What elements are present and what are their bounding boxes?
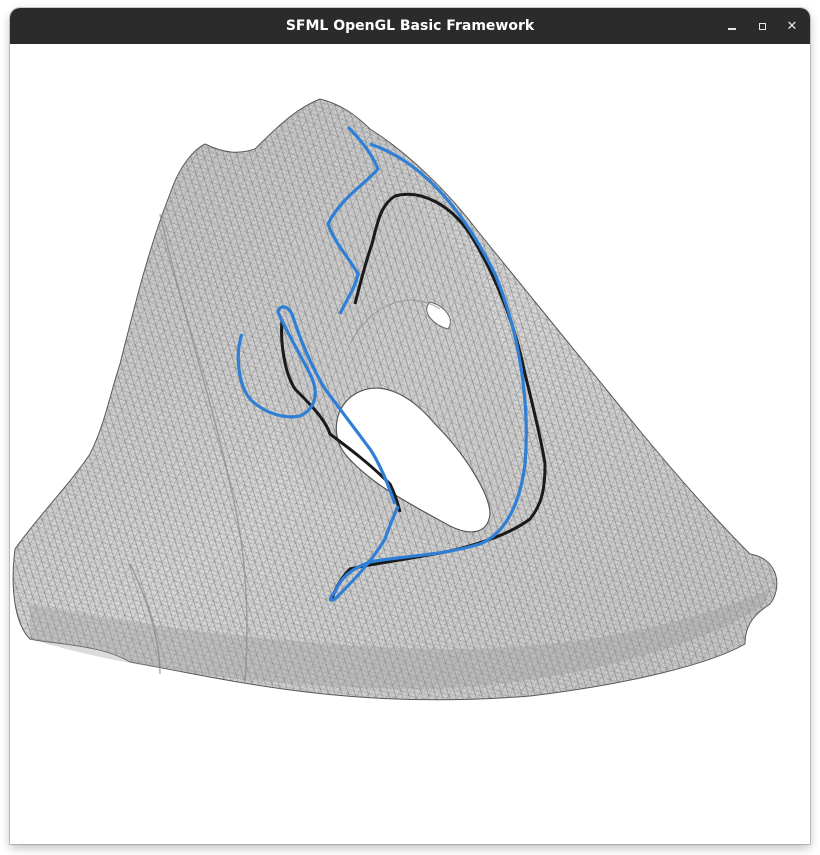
app-window: SFML OpenGL Basic Framework ✕ [10,8,810,844]
maximize-icon [758,22,766,30]
close-icon: ✕ [786,18,798,34]
close-button[interactable]: ✕ [782,16,802,36]
minimize-button[interactable] [722,16,742,36]
window-title: SFML OpenGL Basic Framework [285,18,535,34]
minimize-icon [728,28,736,30]
opengl-viewport[interactable] [10,44,810,844]
maximize-button[interactable] [752,16,772,36]
title-bar[interactable]: SFML OpenGL Basic Framework ✕ [10,8,810,44]
mesh-surface [12,98,778,701]
mesh-render [12,98,778,701]
